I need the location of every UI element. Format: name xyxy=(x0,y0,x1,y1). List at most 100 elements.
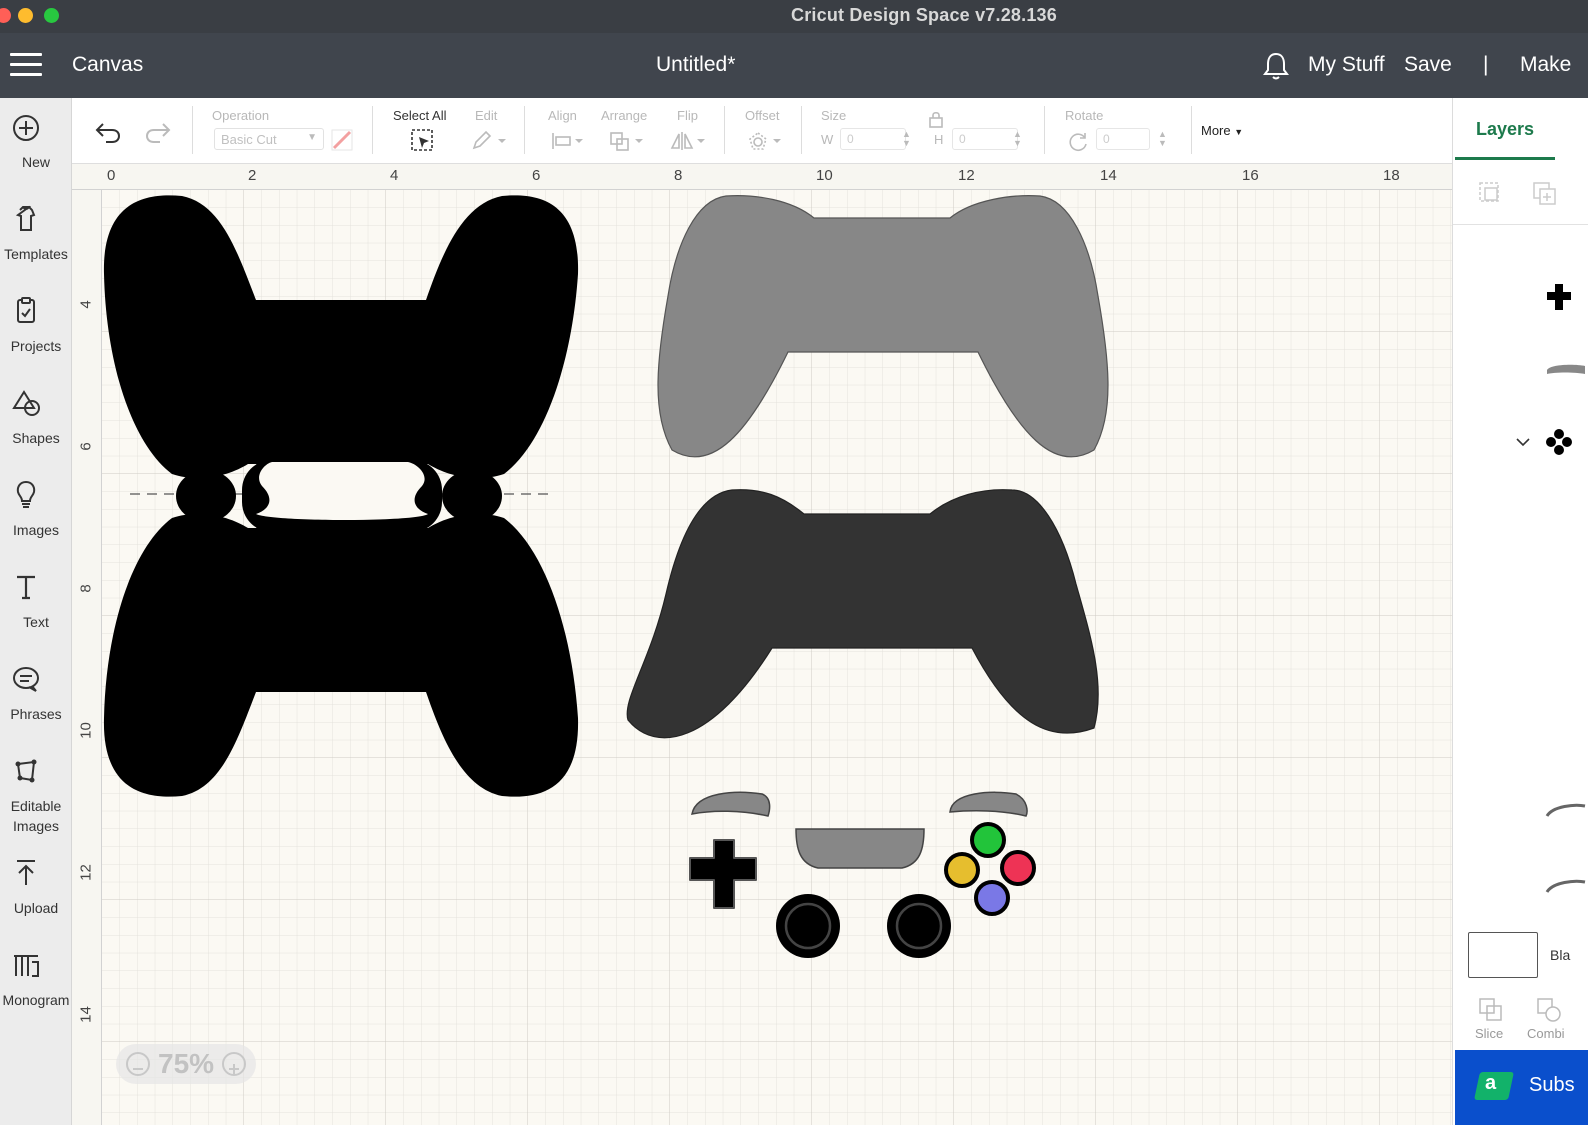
select-all-label: Select All xyxy=(393,108,447,123)
undo-icon[interactable] xyxy=(94,120,122,144)
height-input[interactable]: 0 xyxy=(952,128,1018,150)
yellow-button[interactable] xyxy=(944,852,980,888)
size-label: Size xyxy=(821,108,847,123)
operation-value: Basic Cut xyxy=(221,132,277,147)
plus-circle-icon xyxy=(13,115,39,141)
sidebar-item-shapes[interactable]: Shapes xyxy=(0,374,72,462)
lightbulb-icon xyxy=(16,480,36,508)
slice-icon[interactable] xyxy=(1477,996,1505,1024)
tab-layers[interactable]: Layers xyxy=(1455,98,1555,160)
height-value: 0 xyxy=(959,132,966,146)
sidebar-item-projects[interactable]: Projects xyxy=(0,282,72,370)
width-value: 0 xyxy=(847,132,854,146)
sidebar-item-monogram[interactable]: Monogram xyxy=(0,936,72,1024)
monogram-icon xyxy=(14,955,39,977)
align-label: Align xyxy=(548,108,577,123)
arrange-icon[interactable] xyxy=(608,130,648,152)
blank-canvas-swatch[interactable] xyxy=(1468,932,1538,978)
toolbar-divider xyxy=(801,106,802,154)
sidebar-item-new[interactable]: New xyxy=(0,98,72,186)
shapes-icon xyxy=(12,390,40,416)
my-stuff-button[interactable]: My Stuff xyxy=(1308,53,1385,77)
align-icon[interactable] xyxy=(550,130,586,152)
sidebar-item-text[interactable]: Text xyxy=(0,558,72,646)
duplicate-icon[interactable] xyxy=(1531,180,1559,208)
rotate-value: 0 xyxy=(1103,132,1110,146)
hamburger-menu-icon[interactable] xyxy=(10,53,42,77)
width-stepper-icon[interactable]: ▲ ▼ xyxy=(902,130,911,148)
layer-thumb-dpad[interactable] xyxy=(1545,282,1588,312)
layer-thumb-bumper-3[interactable] xyxy=(1545,878,1588,898)
flip-icon[interactable] xyxy=(670,130,710,152)
sidebar-item-images[interactable]: Images xyxy=(0,466,72,554)
toolbar-divider xyxy=(192,106,193,154)
left-thumbstick[interactable] xyxy=(776,894,840,958)
sidebar-item-phrases[interactable]: Phrases xyxy=(0,650,72,738)
design-objects xyxy=(103,195,1109,958)
edit-pen-icon[interactable] xyxy=(470,130,510,152)
header-separator: | xyxy=(1483,53,1489,76)
app-window: Cricut Design Space v7.28.136 Canvas Unt… xyxy=(0,0,1588,1125)
select-all-icon[interactable] xyxy=(410,128,436,154)
slice-label: Slice xyxy=(1475,1026,1504,1041)
subscribe-label: Subs xyxy=(1529,1074,1575,1096)
access-a-glyph: a xyxy=(1485,1072,1497,1094)
editable-images-icon xyxy=(15,759,37,783)
tshirt-icon xyxy=(15,205,36,231)
operation-select[interactable]: Basic Cut ▼ xyxy=(214,128,324,150)
green-button[interactable] xyxy=(970,822,1006,858)
dark-controller[interactable] xyxy=(626,489,1099,739)
no-color-swatch-icon[interactable] xyxy=(330,128,354,152)
toolbar-divider xyxy=(372,106,373,154)
group-icon[interactable] xyxy=(1477,180,1505,208)
save-button[interactable]: Save xyxy=(1404,53,1452,77)
plus-icon xyxy=(229,1064,239,1074)
red-button[interactable] xyxy=(1000,850,1036,886)
gray-controller[interactable] xyxy=(657,195,1109,458)
canvas-label: Canvas xyxy=(72,53,144,76)
blue-button[interactable] xyxy=(974,880,1010,916)
combine-icon[interactable] xyxy=(1535,996,1563,1024)
dpad-piece[interactable] xyxy=(689,839,757,909)
lock-icon[interactable] xyxy=(928,110,944,128)
sidebar-item-upload[interactable]: Upload xyxy=(0,844,72,932)
combine-label: Combi xyxy=(1527,1026,1565,1041)
make-button[interactable]: Make xyxy=(1520,53,1571,77)
offset-icon[interactable] xyxy=(746,130,786,154)
layer-thumb-bumper-2[interactable] xyxy=(1545,802,1588,822)
zoom-out-button[interactable] xyxy=(126,1052,150,1076)
zoom-control: 75% xyxy=(116,1044,256,1084)
right-bumper[interactable] xyxy=(949,791,1028,817)
mac-titlebar: Cricut Design Space v7.28.136 xyxy=(0,0,1588,33)
left-bumper[interactable] xyxy=(691,791,771,817)
clipboard-icon xyxy=(17,297,35,323)
rotate-input[interactable]: 0 xyxy=(1096,128,1150,150)
controller-center-cutout xyxy=(256,462,428,520)
layers-panel: Layers Bla Slice Combi a Subs xyxy=(1452,98,1588,1125)
upload-icon xyxy=(17,860,35,885)
right-thumbstick[interactable] xyxy=(887,894,951,958)
sidebar-item-templates[interactable]: Templates xyxy=(0,190,72,278)
zoom-in-button[interactable] xyxy=(222,1052,246,1076)
window-title: Cricut Design Space v7.28.136 xyxy=(791,5,1057,25)
height-stepper-icon[interactable]: ▲ ▼ xyxy=(1013,130,1022,148)
toolbar-divider xyxy=(724,106,725,154)
more-button[interactable]: More ▼ xyxy=(1201,123,1243,138)
text-icon xyxy=(17,575,35,600)
redo-icon[interactable] xyxy=(144,120,172,144)
zoom-level: 75% xyxy=(158,1048,215,1079)
design-canvas[interactable]: 0 2 4 6 8 10 12 14 16 18 4 6 8 10 12 14 xyxy=(72,164,1452,1125)
bell-icon[interactable] xyxy=(1262,51,1290,81)
width-input[interactable]: 0 xyxy=(840,128,906,150)
chevron-down-icon[interactable] xyxy=(1515,434,1531,450)
sidebar-item-editable-images[interactable]: Editable Images xyxy=(0,742,72,842)
flip-label: Flip xyxy=(677,108,698,123)
document-title[interactable]: Untitled* xyxy=(656,53,735,77)
width-label: W xyxy=(821,132,834,147)
caret-down-icon: ▼ xyxy=(1234,127,1244,137)
layer-thumb-bumper[interactable] xyxy=(1545,362,1588,376)
subscribe-banner[interactable]: a Subs xyxy=(1455,1050,1588,1125)
layer-thumb-buttons[interactable] xyxy=(1545,428,1588,458)
rotate-stepper-icon[interactable]: ▲ ▼ xyxy=(1158,130,1167,148)
touchpad-piece[interactable] xyxy=(795,828,925,869)
